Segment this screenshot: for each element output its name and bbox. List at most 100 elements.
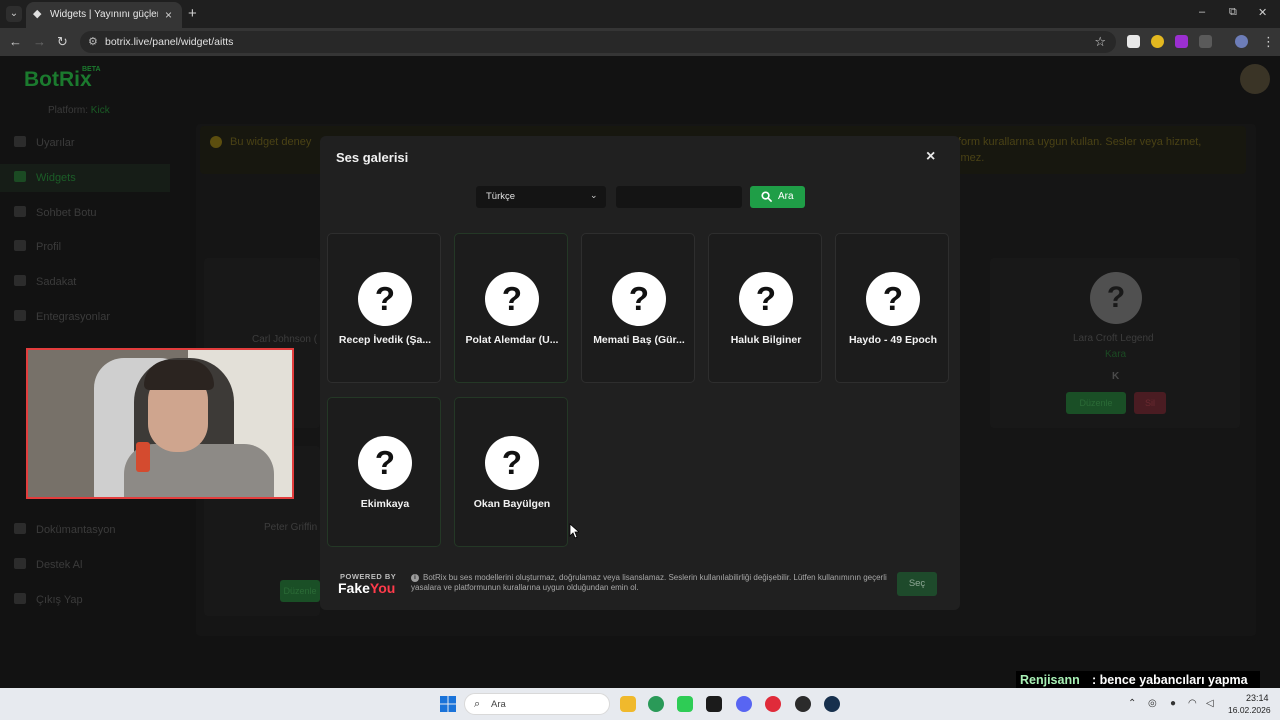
voice-card[interactable]: ? Okan Bayülgen — [454, 397, 568, 547]
address-bar: ← → ↻ ⚙ botrix.live/panel/widget/aitts ☆… — [0, 28, 1280, 56]
minimize-icon[interactable]: – — [1199, 6, 1205, 18]
mouse-cursor-icon — [569, 523, 579, 539]
voice-card[interactable]: ? Haydo - 49 Epoch — [835, 233, 949, 383]
bg-voice-name: Carl Johnson ( — [252, 334, 318, 345]
tab-title: Widgets | Yayınını güçlendirmek — [50, 9, 158, 20]
sidebar-item-profile[interactable]: Profil — [14, 240, 61, 253]
search-button[interactable]: Ara — [750, 186, 805, 208]
tab-list-icon[interactable]: ⌄ — [6, 6, 22, 22]
obs-icon[interactable] — [795, 696, 811, 712]
voice-card[interactable]: ? Haluk Bilginer — [708, 233, 822, 383]
menu-dots-icon[interactable]: ⋮ — [1262, 34, 1275, 50]
disclaimer-text: BotRix bu ses modellerini oluşturmaz, do… — [411, 573, 887, 592]
voice-name: Polat Alemdar (U... — [465, 334, 559, 346]
voice-name: Ekimkaya — [360, 498, 410, 510]
tab-close-icon[interactable]: × — [165, 8, 172, 22]
voice-card[interactable]: ? Recep İvedik (Şa... — [327, 233, 441, 383]
wifi-icon[interactable]: ◠ — [1188, 698, 1197, 709]
browser-tab[interactable]: ◆ Widgets | Yayınını güçlendirmek × — [26, 2, 182, 28]
new-tab-icon[interactable]: + — [188, 5, 197, 22]
warning-icon — [210, 136, 222, 148]
question-mark-icon: ? — [866, 272, 920, 326]
sidebar-item-docs[interactable]: Dokümantasyon — [14, 523, 116, 536]
reload-icon[interactable]: ↻ — [57, 34, 68, 50]
question-mark-icon: ? — [485, 436, 539, 490]
docs-icon — [14, 523, 26, 534]
profile-avatar-icon[interactable] — [1235, 35, 1248, 48]
browser-tab-bar: ⌄ ◆ Widgets | Yayınını güçlendirmek × + … — [0, 0, 1280, 28]
tray-chevron-icon[interactable]: ⌃ — [1128, 698, 1136, 709]
clock-time[interactable]: 23:14 — [1246, 693, 1269, 703]
stream-chat-overlay: Renjisann : bence yabancıları yapma — [1016, 671, 1260, 689]
logout-icon — [14, 593, 26, 604]
chat-message: : bence yabancıları yapma — [1092, 673, 1248, 687]
url-field[interactable]: ⚙ botrix.live/panel/widget/aitts ☆ — [80, 31, 1116, 53]
bg-question-icon: ? — [1090, 272, 1142, 324]
chat-icon — [14, 206, 26, 217]
voice-search-input[interactable] — [616, 186, 742, 208]
bg-edit-button[interactable]: Düzenle — [1066, 392, 1126, 414]
windows-taskbar: ⌕ Ara ⌃ ◎ ● ◠ ◁ 23:14 16.02.2026 — [0, 688, 1280, 720]
extension-icon[interactable] — [1127, 35, 1140, 48]
sidebar-item-support[interactable]: Destek Al — [14, 558, 82, 571]
url-text: botrix.live/panel/widget/aitts — [105, 36, 234, 48]
windows-start-icon[interactable] — [440, 696, 456, 712]
taskbar-search[interactable]: ⌕ Ara — [464, 693, 610, 715]
language-selected-value: Türkçe — [486, 191, 516, 202]
support-icon — [14, 558, 26, 569]
media-player-icon[interactable] — [765, 696, 781, 712]
webcam-hair — [144, 360, 214, 390]
voice-name: Haydo - 49 Epoch — [848, 334, 938, 346]
sidebar-item-chatbot[interactable]: Sohbet Botu — [14, 206, 97, 219]
forward-icon[interactable]: → — [33, 34, 46, 49]
question-mark-icon: ? — [485, 272, 539, 326]
steam-icon[interactable] — [824, 696, 840, 712]
platform-indicator: Platform: Kick — [48, 105, 110, 116]
bookmark-star-icon[interactable]: ☆ — [1094, 34, 1106, 50]
webcam-overlay — [26, 348, 294, 499]
bg-voice-name: Peter Griffin — [264, 522, 318, 533]
chevron-down-icon: ⌄ — [590, 190, 598, 200]
select-button[interactable]: Seç — [897, 572, 937, 596]
volume-icon[interactable]: ◁ — [1206, 698, 1214, 709]
extension-icon[interactable] — [1151, 35, 1164, 48]
discord-icon[interactable] — [736, 696, 752, 712]
warning-text-left: Bu widget deney — [230, 136, 312, 148]
fakeyou-logo[interactable]: FakeYou — [338, 580, 395, 596]
user-avatar[interactable] — [1240, 64, 1270, 94]
clock-date[interactable]: 16.02.2026 — [1228, 705, 1271, 715]
voice-card[interactable]: ? Memati Baş (Gür... — [581, 233, 695, 383]
sidebar-item-widgets[interactable]: Widgets — [14, 171, 76, 184]
window-close-icon[interactable]: ✕ — [1258, 6, 1267, 19]
sidebar-item-integrations[interactable]: Entegrasyonlar — [14, 310, 110, 323]
site-info-icon[interactable]: ⚙ — [88, 35, 98, 48]
bg-delete-button[interactable]: Sil — [1134, 392, 1166, 414]
chrome-icon[interactable] — [648, 696, 664, 712]
voice-card[interactable]: ? Polat Alemdar (U... — [454, 233, 568, 383]
profile-icon — [14, 240, 26, 251]
voice-name: Recep İvedik (Şa... — [338, 334, 432, 346]
microphone-icon[interactable]: ● — [1170, 698, 1176, 709]
app-green-icon[interactable] — [677, 696, 693, 712]
bg-voice-sub: Kara — [1105, 349, 1127, 360]
tradingview-icon[interactable] — [706, 696, 722, 712]
restore-icon[interactable]: ⧉ — [1229, 6, 1237, 19]
file-explorer-icon[interactable] — [620, 696, 636, 712]
bg-edit-button[interactable]: Düzenle — [280, 580, 320, 602]
sidebar-item-logout[interactable]: Çıkış Yap — [14, 593, 83, 606]
beta-badge: BETA — [82, 66, 101, 73]
sidebar-item-alerts[interactable]: Uyarılar — [14, 136, 75, 149]
bg-voice-name: Lara Croft Legend — [1073, 333, 1154, 344]
webcam-microphone — [136, 442, 150, 472]
modal-close-icon[interactable]: × — [926, 148, 935, 166]
question-mark-icon: ? — [358, 436, 412, 490]
trophy-icon — [14, 275, 26, 286]
voice-name: Okan Bayülgen — [473, 498, 551, 510]
voice-card[interactable]: ? Ekimkaya — [327, 397, 441, 547]
extensions-puzzle-icon[interactable] — [1199, 35, 1212, 48]
back-icon[interactable]: ← — [9, 34, 22, 49]
language-select[interactable]: Türkçe ⌄ — [476, 186, 606, 208]
extension-icon[interactable] — [1175, 35, 1188, 48]
network-icon[interactable]: ◎ — [1148, 698, 1157, 709]
sidebar-item-loyalty[interactable]: Sadakat — [14, 275, 76, 288]
